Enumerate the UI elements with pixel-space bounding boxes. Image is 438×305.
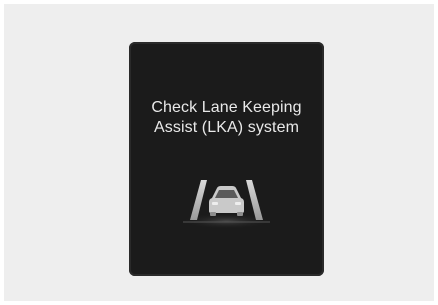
warning-message-line-1: Check Lane Keeping	[151, 99, 302, 116]
lane-keeping-assist-icon	[179, 178, 274, 230]
outer-frame: Check Lane Keeping Assist (LKA) system	[4, 4, 434, 301]
cluster-display-panel: Check Lane Keeping Assist (LKA) system	[129, 42, 324, 276]
warning-message: Check Lane Keeping Assist (LKA) system	[129, 98, 324, 138]
warning-message-line-2: Assist (LKA) system	[153, 119, 300, 136]
